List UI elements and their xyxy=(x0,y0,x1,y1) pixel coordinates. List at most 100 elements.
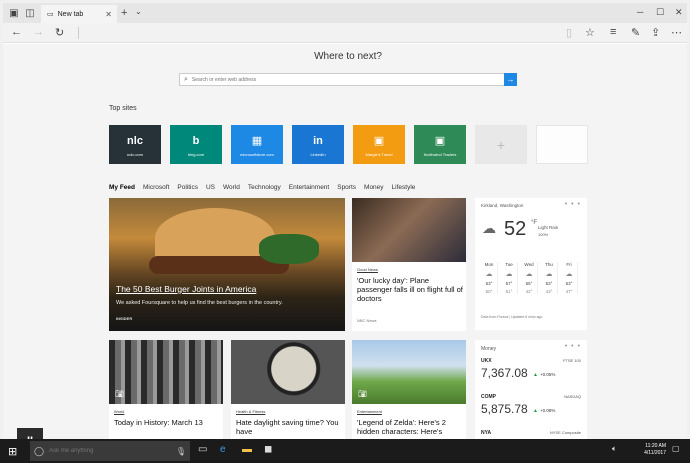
store-icon[interactable]: ◼ xyxy=(264,444,272,455)
site-logo-icon: nlc xyxy=(127,134,143,147)
feed-tab-sports[interactable]: Sports xyxy=(337,184,356,191)
site-logo-icon: ▦ xyxy=(251,135,263,147)
top-site-tile[interactable]: nlc nolc.com xyxy=(109,125,161,164)
add-site-tile[interactable]: + xyxy=(475,125,527,164)
search-box[interactable]: ⌕ → xyxy=(179,73,517,86)
refresh-icon[interactable]: ↻ xyxy=(55,26,64,39)
site-name: microsoftstore.com xyxy=(240,151,274,157)
story-card[interactable]: Good News 'Our lucky day': Plane passeng… xyxy=(352,198,466,331)
maximize-icon[interactable]: ☐ xyxy=(656,7,664,18)
site-logo-icon: ▣ xyxy=(434,135,446,147)
site-name: nolc.com xyxy=(126,151,143,157)
clock[interactable]: 11:20 AM 4/11/2017 xyxy=(636,443,666,457)
story-card[interactable]: 📷︎ World Today in History: March 13 xyxy=(109,340,223,442)
speaker-icon[interactable]: 🔈︎ xyxy=(612,444,617,454)
feed-tab-world[interactable]: World xyxy=(223,184,240,191)
tab-new-tab[interactable]: ▭ New tab ✕ xyxy=(41,5,117,23)
top-site-tile[interactable]: in LinkedIn xyxy=(292,125,344,164)
close-tab-icon[interactable]: ✕ xyxy=(105,10,112,19)
feed-tab-technology[interactable]: Technology xyxy=(248,184,281,191)
story-card[interactable]: Health & Fitness Hate daylight saving ti… xyxy=(231,340,345,442)
go-arrow-button[interactable]: → xyxy=(504,73,517,86)
story-source: INSIDER xyxy=(116,316,133,321)
feed-tab-money[interactable]: Money xyxy=(364,184,384,191)
feed-tab-politics[interactable]: Politics xyxy=(177,184,198,191)
stock-change: +0.08% xyxy=(540,408,556,413)
hub-icon[interactable]: ≡ xyxy=(610,26,616,38)
feed-category-nav: My Feed Microsoft Politics US World Tech… xyxy=(109,184,415,191)
more-icon[interactable]: ⋯ xyxy=(671,26,682,39)
minimize-icon[interactable]: ─ xyxy=(637,7,643,17)
more-options-icon[interactable]: • • • xyxy=(565,201,581,208)
microphone-icon[interactable]: 🎙︎ xyxy=(176,447,186,456)
action-center-icon[interactable]: ▢ xyxy=(672,444,680,453)
cloud-icon: ☁ xyxy=(525,271,533,278)
cloud-icon: ☁ xyxy=(485,271,493,278)
cortana-input[interactable] xyxy=(49,448,171,454)
forecast-row: Mon ☁ 53° 50° Tue ☁ 57° 51° Wed ☁ 55° 42° Thu ☁ 53°… xyxy=(481,262,578,294)
stock-symbol: COMP xyxy=(481,394,496,400)
story-title[interactable]: The 50 Best Burger Joints in America xyxy=(116,284,256,294)
back-arrow-icon[interactable]: ← xyxy=(11,26,22,38)
tab-manager-icon[interactable]: ▣ xyxy=(7,6,21,20)
top-site-tile[interactable]: ▦ microsoftstore.com xyxy=(231,125,283,164)
top-site-tile[interactable]: ▣ Margie's Travel xyxy=(353,125,405,164)
feed-tab-lifestyle[interactable]: Lifestyle xyxy=(392,184,416,191)
web-note-icon[interactable]: ✎ xyxy=(631,26,640,39)
site-name: Northwind Traders xyxy=(423,151,457,157)
money-card[interactable]: Money • • • UKX FTSE 100 7,367.08 ▲ +0.0… xyxy=(475,340,587,442)
tab-preview-toggle-icon[interactable]: ⌄ xyxy=(135,7,142,16)
task-view-icon[interactable]: ▭ xyxy=(198,444,207,455)
edge-browser-icon[interactable]: e xyxy=(220,444,226,455)
top-site-tile[interactable]: b bing.com xyxy=(170,125,222,164)
top-site-tile[interactable]: ▣ Northwind Traders xyxy=(414,125,466,164)
feed-tab-microsoft[interactable]: Microsoft xyxy=(143,184,169,191)
divider xyxy=(78,27,79,39)
story-image xyxy=(352,340,466,404)
page-icon: ▭ xyxy=(47,11,54,18)
story-title: 'Legend of Zelda': Here's 2 hidden chara… xyxy=(357,418,446,436)
navigation-bar: ← → ↻ ▯ ☆ ≡ ✎ ⇪ ⋯ xyxy=(3,23,687,43)
precipitation-chance: 100% xyxy=(538,232,549,237)
set-aside-tabs-icon[interactable]: ◫ xyxy=(23,6,37,20)
share-icon[interactable]: ⇪ xyxy=(651,26,660,39)
favorite-star-icon[interactable]: ☆ xyxy=(585,26,595,39)
site-logo-icon: ▣ xyxy=(373,135,385,147)
story-image xyxy=(352,198,466,262)
forecast-day: Wed ☁ 55° 42° xyxy=(521,262,538,294)
story-card[interactable]: 📷︎ Entertainment 'Legend of Zelda': Here… xyxy=(352,340,466,442)
search-input[interactable] xyxy=(191,76,516,83)
windows-start-icon[interactable]: ⊞ xyxy=(8,445,17,458)
stock-exchange: NASDAQ xyxy=(564,394,581,399)
more-options-icon[interactable]: • • • xyxy=(565,343,581,350)
cloud-icon: ☁ xyxy=(545,271,553,278)
reading-view-icon[interactable]: ▯ xyxy=(566,26,572,39)
cloud-icon: ☁ xyxy=(565,271,573,278)
cortana-search-box[interactable]: ◯ 🎙︎ xyxy=(30,441,190,461)
weather-card[interactable]: Kirkland, Washington • • • ☁ 52 °F Light… xyxy=(475,198,587,330)
site-name: Margie's Travel xyxy=(365,151,393,157)
story-title: Today in History: March 13 xyxy=(114,418,203,427)
empty-site-tile xyxy=(536,125,588,164)
file-explorer-icon[interactable]: ▬ xyxy=(242,444,252,455)
up-arrow-icon: ▲ xyxy=(533,408,538,414)
forward-arrow-icon[interactable]: → xyxy=(33,26,44,38)
clock-date: 4/11/2017 xyxy=(644,450,666,456)
feed-tab-my-feed[interactable]: My Feed xyxy=(109,184,135,191)
camera-icon: 📷︎ xyxy=(115,391,124,398)
stock-exchange: NYSE Composite xyxy=(549,430,581,435)
site-logo-icon: b xyxy=(192,134,200,147)
new-tab-button[interactable]: + xyxy=(121,7,127,19)
story-title: Hate daylight saving time? You have xyxy=(236,418,339,436)
stock-value: 5,875.78 xyxy=(481,402,528,416)
story-tag: Entertainment xyxy=(357,409,382,414)
close-window-icon[interactable]: ✕ xyxy=(675,7,683,18)
weather-location: Kirkland, Washington xyxy=(481,203,524,208)
forecast-day: Thu ☁ 53° 43° xyxy=(541,262,558,294)
hero-story-card[interactable]: The 50 Best Burger Joints in America We … xyxy=(109,198,345,331)
feed-tab-us[interactable]: US xyxy=(206,184,215,191)
story-tag: Health & Fitness xyxy=(236,409,266,414)
feed-tab-entertainment[interactable]: Entertainment xyxy=(289,184,329,191)
burger-image xyxy=(109,198,345,331)
story-source: NBC News xyxy=(357,318,377,323)
